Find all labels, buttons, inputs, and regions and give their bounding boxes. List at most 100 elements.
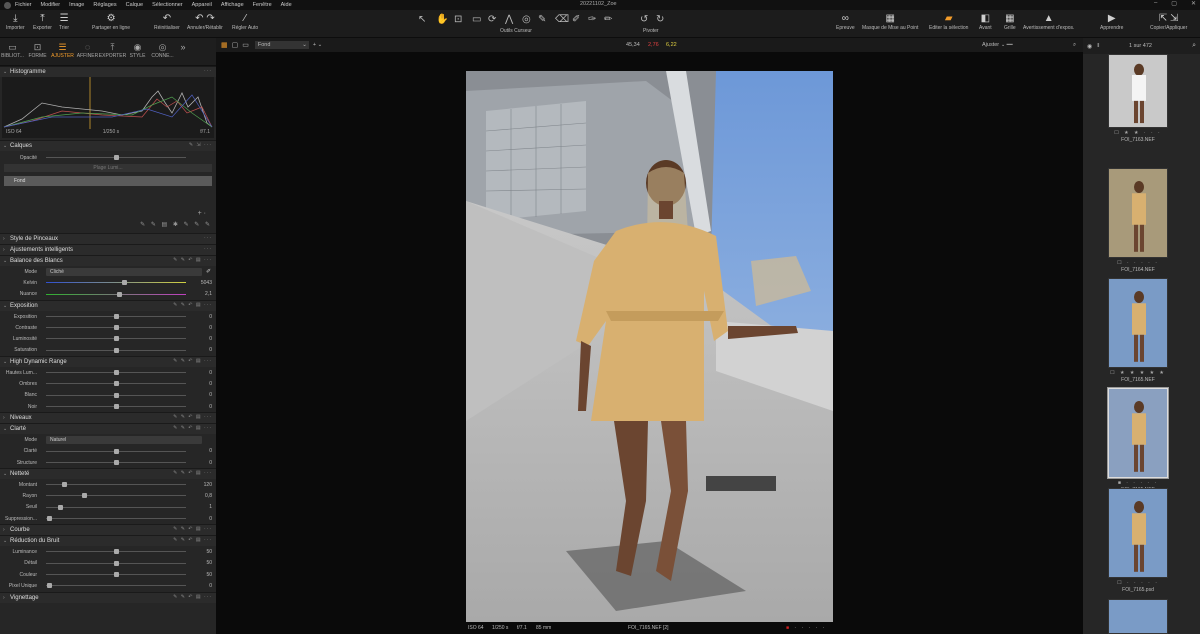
slider-knob[interactable]: [114, 560, 119, 566]
slider-knob[interactable]: [47, 583, 52, 589]
slider-value[interactable]: 0: [209, 404, 212, 410]
tab-style[interactable]: ◉ STYLE: [125, 38, 150, 65]
slider-track[interactable]: [46, 448, 186, 454]
slider-value[interactable]: 0: [209, 370, 212, 376]
brush-icon[interactable]: ✎: [538, 14, 546, 25]
rotate-tool-icon[interactable]: ⟳: [488, 14, 496, 25]
main-photo[interactable]: [466, 71, 833, 622]
menu-fichier[interactable]: Fichier: [15, 2, 32, 8]
rotate-right-icon[interactable]: ↻: [656, 14, 664, 25]
slider-knob[interactable]: [62, 482, 67, 488]
thumbnail[interactable]: [1108, 168, 1168, 258]
brush-style-header[interactable]: › Style de Pinceaux ···: [0, 233, 216, 244]
slider-knob[interactable]: [114, 571, 119, 577]
thumbnail[interactable]: [1107, 387, 1169, 479]
slider-knob[interactable]: [58, 504, 63, 510]
slider-track[interactable]: [46, 504, 186, 510]
add-icon[interactable]: + ⌄: [313, 42, 322, 48]
grid-view-icon[interactable]: ▦: [221, 41, 228, 49]
slider-track[interactable]: [46, 392, 186, 398]
draw-icon[interactable]: ✏: [604, 14, 612, 25]
slider-track[interactable]: [46, 403, 186, 409]
export-button[interactable]: ⤒ Exporter: [33, 13, 52, 31]
slider-knob[interactable]: [114, 549, 119, 555]
slider-track[interactable]: [46, 560, 186, 566]
slider-value[interactable]: 0: [209, 381, 212, 387]
thumbnail-next[interactable]: [1108, 599, 1168, 634]
menu-image[interactable]: Image: [69, 2, 84, 8]
undo-redo-button[interactable]: ↶ ↷ Annuler/Rétablir: [187, 13, 223, 31]
layers-header[interactable]: ⌄ Calques ✎ ⇲ ···: [0, 140, 216, 151]
slider-value[interactable]: 0: [209, 460, 212, 466]
tint-slider[interactable]: [46, 291, 186, 297]
tab-shape[interactable]: ⊡ FORME: [25, 38, 50, 65]
focus-mask-button[interactable]: ▦ Masque de Mise au Point: [862, 13, 918, 31]
tab-connect[interactable]: ◎ CONNE...: [150, 38, 175, 65]
maximize-icon[interactable]: ▢: [1171, 0, 1177, 7]
layer-tools-icon[interactable]: ✎ ✎ ▤ ✱ ✎ ✎ ✎: [140, 221, 212, 228]
menu-fenetre[interactable]: Fenêtre: [253, 2, 272, 8]
add-layer-icon[interactable]: + ·: [198, 210, 206, 217]
tab-adjust[interactable]: ☰ AJUSTER: [50, 38, 75, 65]
slider-track[interactable]: [46, 571, 186, 577]
tint-slider-knob[interactable]: [117, 291, 122, 297]
slider-track[interactable]: [46, 325, 186, 331]
import-button[interactable]: ⤓ Importer: [6, 13, 25, 31]
edit-selection-button[interactable]: ▰ Editer la sélection: [929, 13, 968, 31]
menu-appareil[interactable]: Appareil: [192, 2, 212, 8]
curve-header[interactable]: › Courbe ✎ ✎ ↶ ▤ ···: [0, 524, 216, 536]
slider-value[interactable]: 0: [209, 392, 212, 398]
opacity-slider-knob[interactable]: [114, 155, 119, 160]
slider-track[interactable]: [46, 370, 186, 376]
thumbnail[interactable]: [1108, 278, 1168, 368]
slider-track[interactable]: [46, 583, 186, 589]
minimize-icon[interactable]: –: [1154, 0, 1157, 7]
hdr-header[interactable]: ⌄ High Dynamic Range ✎ ✎ ↶ ▤ ···: [0, 356, 216, 368]
slider-value[interactable]: 0,8: [205, 493, 212, 499]
noise-reduction-header[interactable]: ⌄ Réduction du Bruit ✎ ✎ ↶ ▤ ···: [0, 535, 216, 547]
slider-knob[interactable]: [114, 448, 119, 454]
reset-button[interactable]: ↶ Réinitialiser: [154, 13, 180, 31]
clarity-header[interactable]: ⌄ Clarté ✎ ✎ ↶ ▤ ···: [0, 423, 216, 435]
auto-adjust-button[interactable]: ⁄ Régler Auto: [232, 13, 258, 31]
slider-track[interactable]: [46, 313, 186, 319]
luma-range-button[interactable]: Plage Lumi...: [4, 164, 212, 172]
exposure-warning-button[interactable]: ▲ Avertissement d'expos.: [1023, 13, 1074, 31]
smart-adjust-header[interactable]: › Ajustements intelligents ···: [0, 244, 216, 255]
slider-track[interactable]: [46, 347, 186, 353]
filmstrip-view-icon[interactable]: ▭: [242, 41, 249, 49]
browser-search-icon[interactable]: ⌕: [1192, 42, 1196, 50]
vignetting-header[interactable]: › Vignettage ✎ ✎ ↶ ▤ ···: [0, 591, 216, 603]
thumbnail-rating[interactable]: ☐ ★ ★ ★ ★ ★: [1103, 370, 1173, 376]
thumbnail[interactable]: [1108, 54, 1168, 128]
rotate-left-icon[interactable]: ↺: [640, 14, 648, 25]
histogram-header[interactable]: ⌄ Histogramme ···: [0, 66, 216, 77]
slider-value[interactable]: 0: [209, 314, 212, 320]
slider-knob[interactable]: [114, 336, 119, 342]
layer-select[interactable]: Fond ⌄: [254, 41, 309, 49]
zoom-dropdown-icon[interactable]: ⌄ ━━: [1001, 42, 1013, 48]
slider-knob[interactable]: [82, 493, 87, 499]
slider-knob[interactable]: [114, 347, 119, 353]
picker-icon[interactable]: ✐: [572, 14, 580, 25]
spot-icon[interactable]: ◎: [522, 14, 531, 25]
grid-button[interactable]: ▦ Grille: [1004, 13, 1016, 31]
slider-track[interactable]: [46, 516, 186, 522]
slider-knob[interactable]: [114, 313, 119, 319]
sort-button[interactable]: ☰ Trier: [59, 13, 69, 31]
slider-knob[interactable]: [114, 370, 119, 376]
close-icon[interactable]: ✕: [1191, 0, 1196, 7]
tab-export[interactable]: ⤒ EXPORTER: [99, 38, 126, 65]
menu-selectionner[interactable]: Sélectionner: [152, 2, 183, 8]
before-button[interactable]: ◧ Avant: [979, 13, 992, 31]
bottom-rating[interactable]: ■ · · · · ·: [786, 625, 826, 631]
slider-track[interactable]: [46, 482, 186, 488]
slider-track[interactable]: [46, 459, 186, 465]
thumbnail-rating[interactable]: ■ · · · · ·: [1103, 480, 1173, 486]
slider-knob[interactable]: [114, 325, 119, 331]
slider-value[interactable]: 0: [209, 583, 212, 589]
slider-value[interactable]: 50: [206, 549, 212, 555]
opacity-slider[interactable]: [46, 155, 186, 160]
kelvin-slider-knob[interactable]: [122, 280, 127, 286]
keystone-icon[interactable]: ⋀: [505, 14, 513, 25]
